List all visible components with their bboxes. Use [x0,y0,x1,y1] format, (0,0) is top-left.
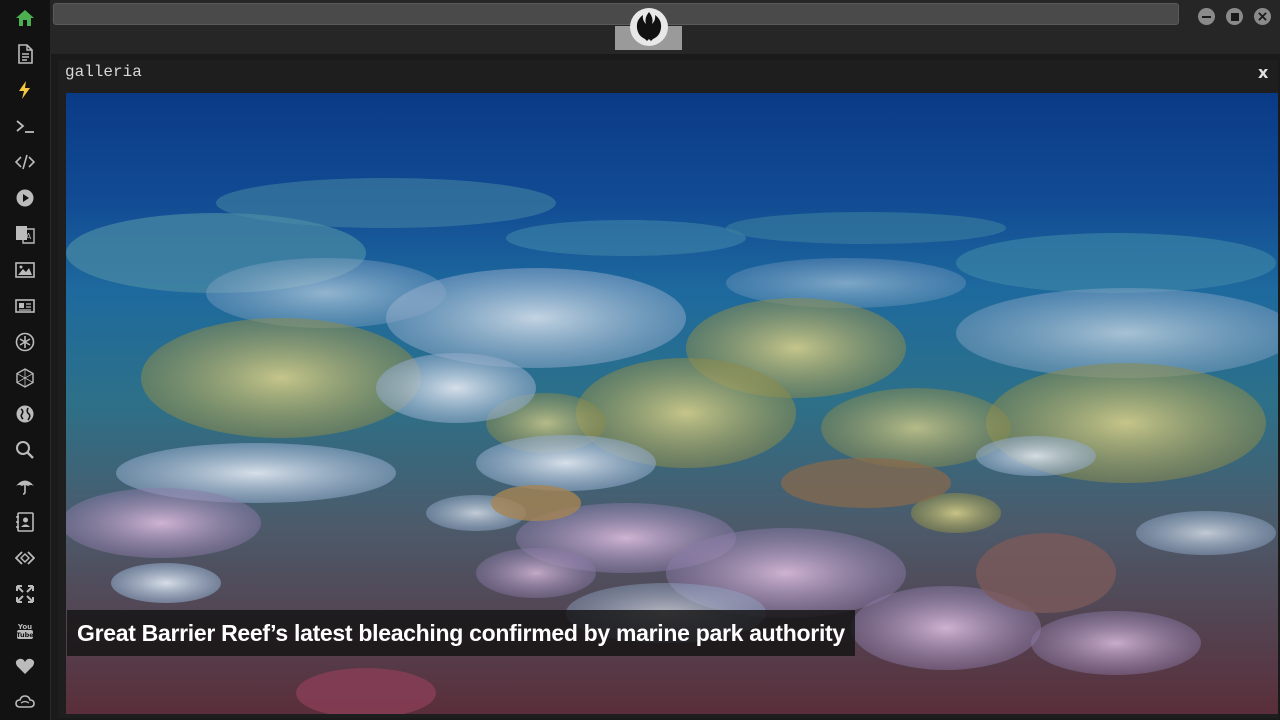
globe-icon [16,405,34,423]
sidebar-item-cloud[interactable] [0,684,50,720]
sidebar-item-heart[interactable] [0,648,50,684]
embed-icon [15,551,35,565]
heart-icon [15,658,35,674]
code-icon [15,154,35,170]
asterisk-icon [15,332,35,352]
svg-text:A: A [26,232,32,241]
panel-close-button[interactable]: x [1258,63,1268,82]
minimize-button[interactable] [1198,8,1215,25]
sidebar-item-search[interactable] [0,432,50,468]
sidebar-item-expand[interactable] [0,576,50,612]
sidebar-item-play[interactable] [0,180,50,216]
close-icon [1258,12,1267,21]
sidebar-item-terminal[interactable] [0,108,50,144]
contacts-icon [16,512,34,532]
sidebar-item-hexagon[interactable] [0,360,50,396]
panel-title: galleria [65,63,142,81]
sidebar-item-document[interactable] [0,36,50,72]
close-window-button[interactable] [1254,8,1271,25]
terminal-icon [16,120,34,133]
translate-icon: A [16,226,35,244]
expand-icon [16,585,34,603]
rebel-alliance-logo [630,8,668,46]
sidebar-item-lightning[interactable] [0,72,50,108]
sidebar-item-contacts[interactable] [0,504,50,540]
sidebar-item-translate[interactable]: A [0,216,50,252]
document-icon [18,44,33,64]
sidebar-item-youtube[interactable]: You Tube [0,612,50,648]
sidebar: A You Tube [0,0,51,720]
sidebar-item-home[interactable] [0,0,50,36]
svg-text:You: You [17,623,32,631]
search-icon [16,441,34,459]
sidebar-item-code[interactable] [0,144,50,180]
sidebar-item-news[interactable] [0,288,50,324]
maximize-button[interactable] [1226,8,1243,25]
sidebar-item-globe[interactable] [0,396,50,432]
sidebar-item-image[interactable] [0,252,50,288]
minimize-icon [1202,15,1211,18]
sidebar-item-umbrella[interactable] [0,468,50,504]
home-icon [16,10,34,26]
image-icon [15,262,35,278]
image-caption: Great Barrier Reef’s latest bleaching co… [67,610,855,656]
lightning-icon [19,81,30,99]
address-bar[interactable] [53,3,1179,25]
news-icon [15,299,35,313]
sidebar-item-embed[interactable] [0,540,50,576]
umbrella-icon [16,480,34,495]
play-icon [16,189,34,207]
svg-text:Tube: Tube [16,631,34,639]
cloud-icon [15,695,35,708]
hexagon-icon [16,368,34,388]
sidebar-item-asterisk[interactable] [0,324,50,360]
youtube-icon: YouTube [16,623,34,639]
maximize-icon [1230,12,1239,21]
